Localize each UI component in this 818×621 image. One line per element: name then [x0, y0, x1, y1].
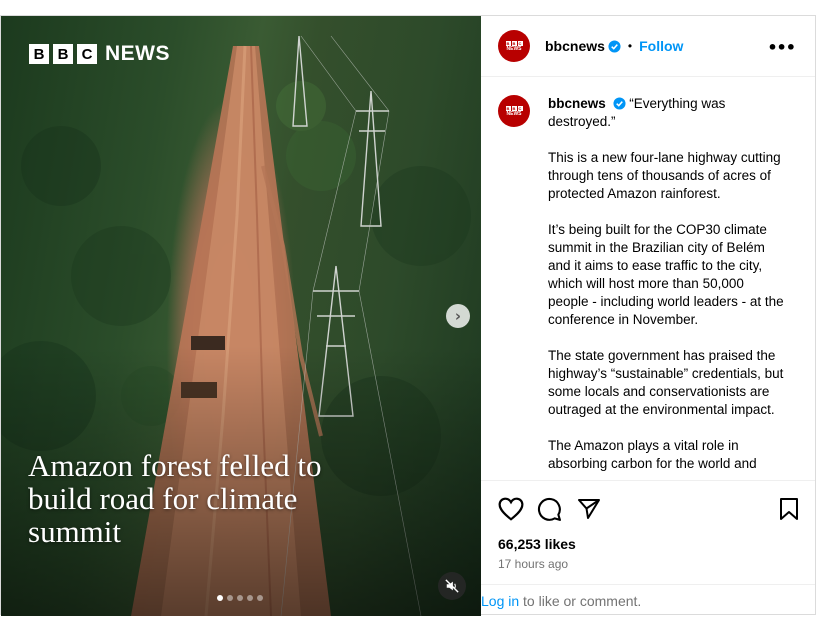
caption-text: bbcnews “Everything was destroyed.” This… — [548, 95, 788, 480]
avatar[interactable]: BBC NEWS — [498, 95, 530, 127]
avatar[interactable]: BBC NEWS — [498, 30, 530, 62]
carousel-dot — [237, 595, 243, 601]
share-icon[interactable] — [577, 497, 601, 521]
carousel-indicator — [217, 595, 263, 601]
heart-icon[interactable] — [498, 497, 524, 521]
caption-paragraph: The Amazon plays a vital role in absorbi… — [548, 438, 757, 471]
carousel-dot — [247, 595, 253, 601]
bbc-news-logo: B B C NEWS — [29, 42, 170, 66]
caption-username[interactable]: bbcnews — [548, 96, 606, 111]
follow-button[interactable]: Follow — [639, 38, 683, 54]
mute-button[interactable] — [438, 572, 466, 600]
header-username[interactable]: bbcnews — [545, 38, 605, 54]
carousel-dot — [257, 595, 263, 601]
caption-paragraph: It’s being built for the COP30 climate s… — [548, 222, 784, 327]
login-prompt-text: to like or comment. — [519, 593, 642, 609]
carousel-dot — [227, 595, 233, 601]
verified-badge-icon — [612, 97, 626, 110]
header-separator: • — [627, 39, 633, 53]
bbc-logo-letter: B — [29, 44, 49, 64]
caption-row: BBC NEWS bbcnews “Everything was destroy… — [498, 95, 799, 480]
carousel-next-button[interactable]: › — [446, 304, 470, 328]
likes-count[interactable]: 66,253 likes — [498, 536, 576, 552]
bbc-logo-word: NEWS — [105, 42, 170, 65]
verified-badge-icon — [608, 39, 621, 53]
media-headline: Amazon forest felled to build road for c… — [28, 448, 322, 549]
carousel-dot — [217, 595, 223, 601]
action-bar: 66,253 likes 17 hours ago — [481, 480, 815, 598]
avatar-news-text: NEWS — [506, 45, 522, 52]
comment-icon[interactable] — [537, 497, 562, 522]
avatar-news-text: NEWS — [506, 110, 522, 117]
post-media[interactable]: B B C NEWS Amazon forest felled to build… — [1, 16, 481, 616]
bbc-logo-letter: B — [53, 44, 73, 64]
login-prompt: Log in to like or comment. — [481, 584, 815, 614]
caption-paragraph: The state government has praised the hig… — [548, 348, 784, 417]
bookmark-icon[interactable] — [779, 497, 799, 521]
muted-speaker-icon — [445, 579, 459, 593]
chevron-right-icon: › — [454, 307, 462, 325]
instagram-post: B B C NEWS Amazon forest felled to build… — [0, 15, 816, 616]
login-link[interactable]: Log in — [481, 593, 519, 609]
caption-paragraph: This is a new four-lane highway cutting … — [548, 150, 781, 201]
post-timestamp[interactable]: 17 hours ago — [498, 557, 568, 571]
post-header: BBC NEWS bbcnews • Follow ••• — [481, 16, 815, 77]
more-options-icon[interactable]: ••• — [767, 38, 796, 57]
bbc-logo-letter: C — [77, 44, 97, 64]
post-side-panel: BBC NEWS bbcnews • Follow ••• BBC NEWS b… — [481, 16, 815, 614]
caption-scroll-area[interactable]: BBC NEWS bbcnews “Everything was destroy… — [481, 78, 815, 480]
